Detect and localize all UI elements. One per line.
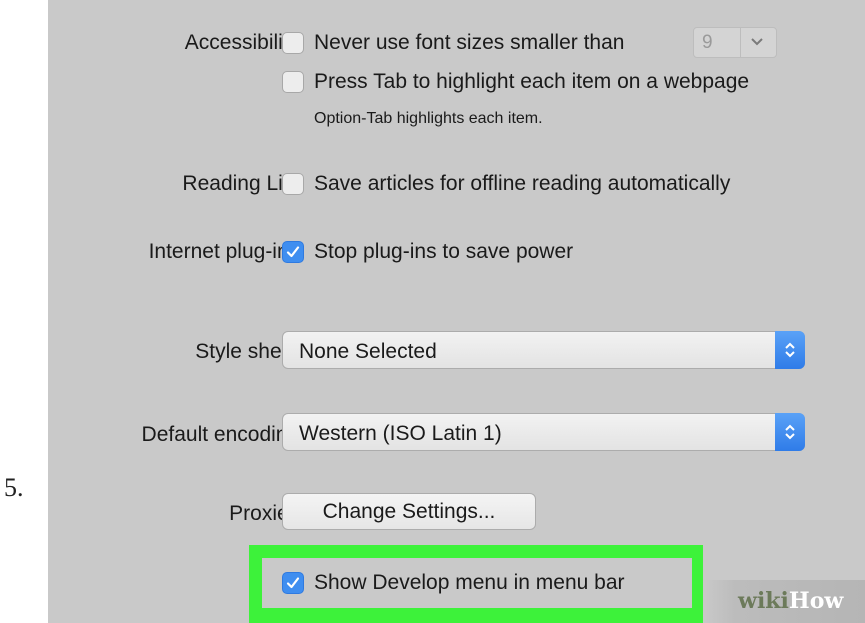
updown-chevron-icon: [785, 424, 795, 440]
default-encoding-value: Western (ISO Latin 1): [299, 422, 502, 445]
show-develop-label: Show Develop menu in menu bar: [314, 571, 625, 594]
option-tab-hint: Option-Tab highlights each item.: [314, 110, 543, 127]
checkmark-icon: [286, 577, 300, 589]
advanced-preferences-panel: Accessibility: Never use font sizes smal…: [48, 0, 865, 623]
default-encoding-popup[interactable]: Western (ISO Latin 1): [282, 413, 805, 451]
popup-arrows: [775, 413, 805, 451]
watermark-part2: How: [788, 588, 844, 614]
press-tab-label: Press Tab to highlight each item on a we…: [314, 70, 750, 93]
checkmark-icon: [286, 246, 300, 258]
save-offline-checkbox[interactable]: [282, 173, 304, 195]
never-font-size-checkbox[interactable]: [282, 32, 304, 54]
popup-arrows: [775, 331, 805, 369]
chevron-down-icon: [751, 38, 763, 46]
font-size-value: 9: [702, 32, 713, 53]
never-font-size-label: Never use font sizes smaller than: [314, 31, 625, 54]
minimum-font-size-select[interactable]: 9: [693, 27, 777, 58]
save-offline-label: Save articles for offline reading automa…: [314, 172, 731, 195]
step-number: 5.: [4, 473, 24, 502]
style-sheet-popup[interactable]: None Selected: [282, 331, 805, 369]
change-settings-button[interactable]: Change Settings...: [282, 493, 536, 530]
select-divider: [740, 28, 741, 57]
wikihow-watermark: wikiHow: [738, 588, 843, 614]
default-encoding-label: Default encoding:: [141, 423, 305, 446]
show-develop-checkbox[interactable]: [282, 572, 304, 594]
updown-chevron-icon: [785, 342, 795, 358]
style-sheet-value: None Selected: [299, 340, 437, 363]
watermark-part1: wiki: [738, 588, 789, 614]
press-tab-checkbox[interactable]: [282, 71, 304, 93]
stop-plugins-checkbox[interactable]: [282, 241, 304, 263]
stop-plugins-label: Stop plug-ins to save power: [314, 240, 574, 263]
